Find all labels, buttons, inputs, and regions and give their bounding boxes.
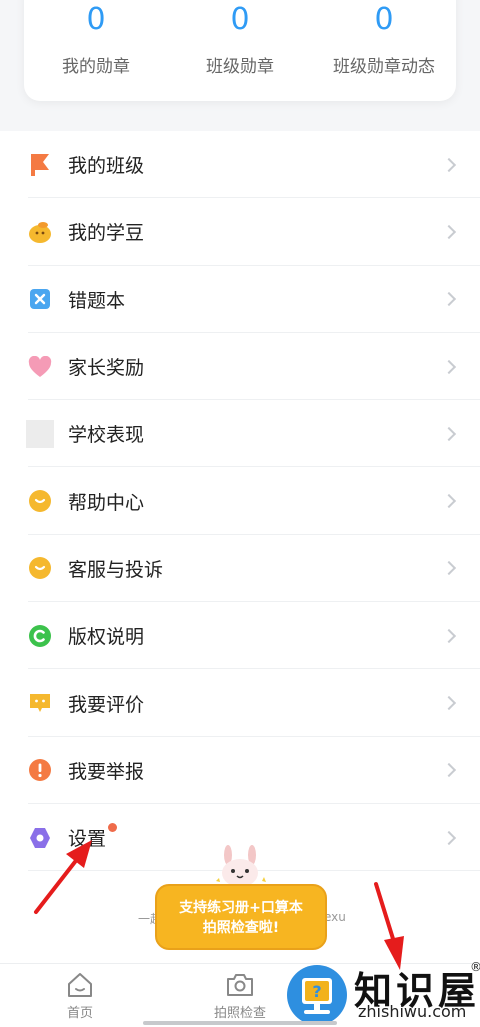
chevron-right-icon bbox=[441, 494, 457, 509]
watermark-registered: ® bbox=[470, 960, 480, 974]
menu-item-label: 我要举报 bbox=[68, 760, 145, 783]
report-icon bbox=[28, 758, 52, 782]
menu-item-label: 版权说明 bbox=[68, 626, 145, 649]
notification-dot bbox=[108, 823, 118, 833]
chevron-right-icon bbox=[441, 224, 457, 240]
menu-item-label: 家长奖励 bbox=[68, 357, 145, 380]
menu-item-label: 客服与投诉 bbox=[68, 558, 164, 581]
flag-icon bbox=[28, 153, 52, 177]
promo-line-2: 拍照检查啦! bbox=[202, 920, 280, 936]
menu-item-parent-reward[interactable]: 家长奖励 bbox=[0, 333, 480, 401]
menu-item-label: 我的班级 bbox=[68, 155, 145, 178]
chevron-right-icon bbox=[441, 359, 457, 374]
tab-photo-check[interactable]: 拍照检查 bbox=[200, 970, 280, 1021]
menu-item-help-center[interactable]: 帮助中心 bbox=[0, 467, 480, 536]
menu-item-school-performance[interactable]: 学校表现 bbox=[0, 400, 480, 468]
chevron-right-icon bbox=[441, 157, 457, 172]
stats-card: 0 我的勋章 0 班级勋章 0 班级勋章动态 bbox=[24, 0, 456, 101]
menu-item-label: 学校表现 bbox=[68, 424, 145, 447]
red-arrow-settings-annotation bbox=[34, 840, 92, 914]
school-icon bbox=[26, 419, 54, 448]
chevron-right-icon bbox=[441, 830, 457, 845]
menu-item-label: 错题本 bbox=[68, 289, 126, 312]
promo-line-1: 支持练习册+口算本 bbox=[179, 900, 303, 916]
stat-value: 0 bbox=[230, 2, 250, 37]
bunny-mascot-icon bbox=[216, 845, 266, 887]
menu-item-copyright[interactable]: 版权说明 bbox=[0, 602, 480, 670]
svg-text:?: ? bbox=[312, 982, 321, 1001]
chevron-right-icon bbox=[441, 763, 457, 778]
menu-item-wrong-book[interactable]: 错题本 bbox=[0, 266, 480, 334]
menu-item-label: 我要评价 bbox=[68, 693, 145, 716]
footer-text-right: exu bbox=[324, 910, 346, 924]
menu-item-my-beans[interactable]: 我的学豆 bbox=[0, 198, 480, 266]
tab-label: 拍照检查 bbox=[213, 1006, 266, 1021]
stat-label: 班级勋章动态 bbox=[333, 57, 435, 77]
wrong-book-icon bbox=[28, 287, 52, 311]
stat-value: 0 bbox=[86, 2, 106, 37]
stat-my-medals[interactable]: 0 我的勋章 bbox=[24, 0, 168, 101]
stat-label: 我的勋章 bbox=[62, 57, 130, 77]
service-icon bbox=[28, 556, 52, 580]
menu-item-my-class[interactable]: 我的班级 bbox=[0, 131, 480, 199]
home-indicator bbox=[143, 1021, 337, 1025]
home-icon bbox=[68, 973, 92, 997]
tab-label: 首页 bbox=[66, 1006, 93, 1021]
chevron-right-icon bbox=[441, 695, 457, 711]
stat-class-medals[interactable]: 0 班级勋章 bbox=[168, 0, 312, 101]
menu-item-rate[interactable]: 我要评价 bbox=[0, 669, 480, 737]
tab-home[interactable]: 首页 bbox=[40, 970, 120, 1021]
bean-icon bbox=[28, 220, 52, 244]
watermark-logo-icon: ? bbox=[287, 965, 347, 1025]
red-arrow-tab-annotation bbox=[374, 882, 404, 970]
chevron-right-icon bbox=[441, 426, 457, 441]
camera-icon bbox=[227, 974, 253, 996]
rate-icon bbox=[28, 691, 52, 715]
watermark-url: zhishiwu.com bbox=[358, 1002, 467, 1021]
stat-value: 0 bbox=[374, 2, 394, 37]
menu-item-label: 帮助中心 bbox=[68, 491, 145, 514]
stat-class-medal-feed[interactable]: 0 班级勋章动态 bbox=[312, 0, 456, 101]
chevron-right-icon bbox=[441, 292, 457, 307]
chevron-right-icon bbox=[441, 561, 457, 576]
heart-icon bbox=[28, 355, 52, 379]
chevron-right-icon bbox=[441, 628, 457, 643]
menu-item-report[interactable]: 我要举报 bbox=[0, 737, 480, 805]
help-icon bbox=[28, 489, 52, 513]
promo-bubble[interactable]: 支持练习册+口算本 拍照检查啦! bbox=[155, 884, 327, 950]
copyright-icon bbox=[28, 624, 52, 648]
menu-item-customer-service[interactable]: 客服与投诉 bbox=[0, 535, 480, 603]
menu-item-label: 我的学豆 bbox=[68, 222, 145, 245]
stat-label: 班级勋章 bbox=[206, 57, 274, 77]
